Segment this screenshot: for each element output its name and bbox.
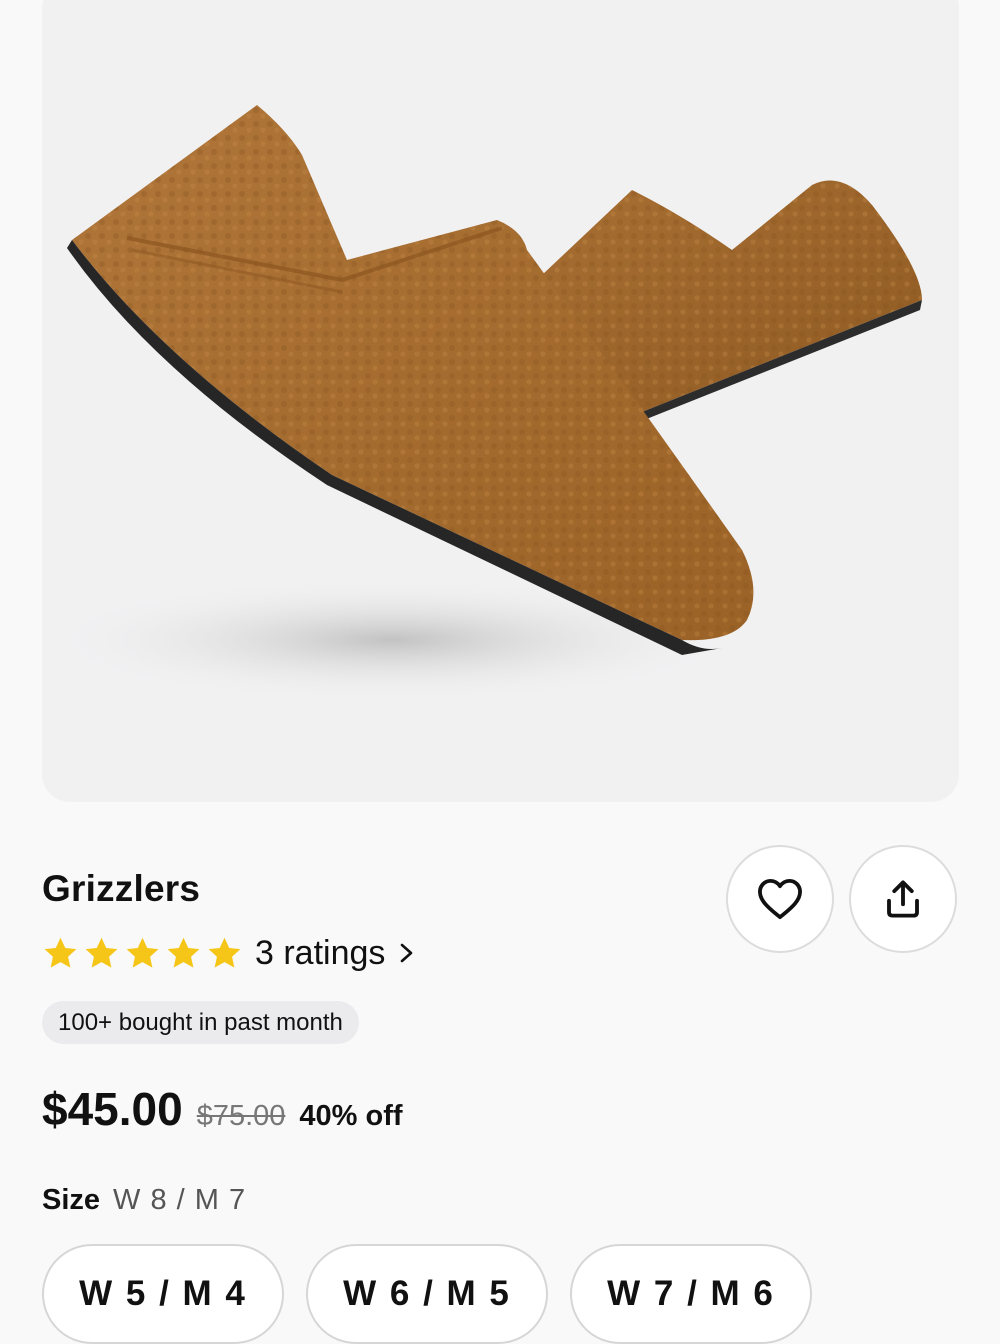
size-options: W 5 / M 4 W 6 / M 5 W 7 / M 6 bbox=[42, 1244, 812, 1344]
ratings-count: 3 ratings bbox=[255, 933, 386, 972]
chevron-right-icon bbox=[401, 943, 413, 963]
size-label: Size bbox=[42, 1184, 101, 1216]
star-icon bbox=[85, 937, 118, 968]
star-icon bbox=[208, 937, 241, 968]
size-option[interactable]: W 6 / M 5 bbox=[306, 1244, 548, 1344]
product-image[interactable] bbox=[42, 0, 959, 802]
slipper-illustration bbox=[42, 105, 922, 702]
size-option[interactable]: W 7 / M 6 bbox=[570, 1244, 812, 1344]
size-option[interactable]: W 5 / M 4 bbox=[42, 1244, 284, 1344]
ratings-link[interactable]: 3 ratings bbox=[255, 934, 415, 973]
price-row: $45.00 $75.00 40% off bbox=[42, 1082, 403, 1136]
share-button[interactable] bbox=[849, 845, 957, 953]
star-icon bbox=[167, 937, 200, 968]
share-icon bbox=[887, 880, 919, 918]
heart-icon bbox=[758, 878, 802, 920]
purchase-badge: 100+ bought in past month bbox=[42, 1001, 359, 1044]
size-selector-header: Size W 8 / M 7 bbox=[42, 1184, 246, 1217]
list-price: $75.00 bbox=[196, 1100, 286, 1132]
rating-row[interactable]: 3 ratings bbox=[42, 930, 415, 976]
star-icon bbox=[44, 937, 77, 968]
sale-price: $45.00 bbox=[42, 1083, 183, 1135]
star-icon bbox=[126, 937, 159, 968]
selected-size: W 8 / M 7 bbox=[113, 1184, 247, 1216]
product-title: Grizzlers bbox=[42, 868, 201, 909]
star-rating bbox=[42, 935, 243, 972]
favorite-button[interactable] bbox=[726, 845, 834, 953]
discount-label: 40% off bbox=[299, 1100, 403, 1132]
